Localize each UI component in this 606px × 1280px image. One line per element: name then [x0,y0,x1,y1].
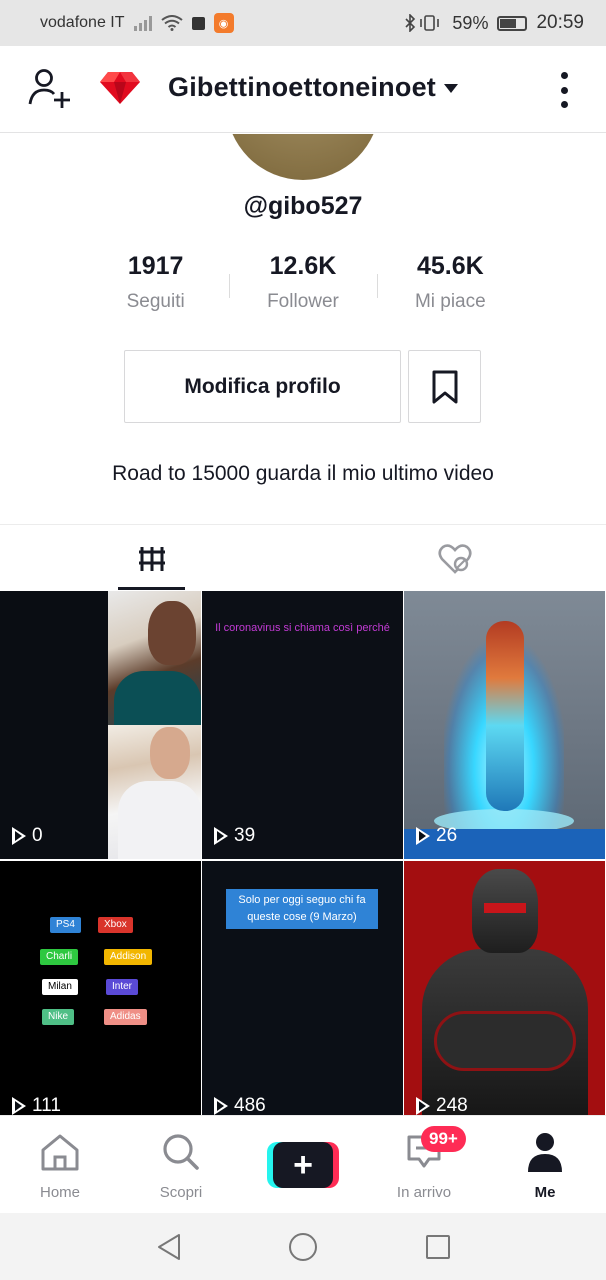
avatar[interactable] [226,134,380,180]
favorites-button[interactable] [408,350,481,423]
profile-handle: @gibo527 [243,192,363,220]
view-count-value: 0 [32,825,43,846]
tag-label: Charli [40,949,79,965]
plus-icon: + [273,1142,333,1188]
thumbnail-art [434,1011,576,1071]
stat-label: Seguiti [126,291,185,312]
play-icon [416,827,430,845]
view-count: 26 [416,825,457,847]
play-icon [214,827,228,845]
stat-value: 1917 [127,252,184,280]
account-switcher[interactable]: Gibettinoettoneinoet [168,72,436,103]
tag-label: Addison [104,949,153,965]
play-icon [12,1097,26,1115]
tag-label: Milan [42,979,78,995]
stat-value: 45.6K [416,252,484,280]
carrier-label: vodafone IT [40,14,125,31]
edit-profile-button[interactable]: Modifica profilo [124,350,401,423]
back-icon[interactable] [156,1233,182,1261]
stat-label: Mi piace [414,291,486,312]
notification-icon [191,16,205,30]
video-thumbnail[interactable]: 26 [404,591,605,859]
home-button-icon[interactable] [289,1233,317,1261]
avatar-container [0,134,606,180]
thumbnail-art [114,671,201,725]
tag-label: Inter [106,979,139,995]
create-video-button[interactable]: + [267,1142,339,1188]
profile-tabs [0,524,606,591]
view-count-value: 248 [436,1095,468,1115]
battery-icon [497,15,528,31]
liked-hidden-icon [437,543,472,574]
grid-icon [138,546,165,571]
tag-label: Adidas [104,1009,147,1025]
system-navigation-bar [0,1213,606,1280]
tab-liked[interactable] [303,525,606,592]
play-icon [416,1097,430,1115]
ruby-gem-icon [100,72,140,104]
profile-stats: 1917 Seguiti 12.6K Follower 45.6K Mi pia… [82,252,524,322]
nav-label: Home [39,1184,80,1201]
view-count: 486 [214,1095,266,1115]
thumbnail-art [148,601,196,665]
game-character [486,621,524,811]
stat-following[interactable]: 1917 Seguiti [82,252,229,322]
bluetooth-vibrate-icon [405,14,440,32]
view-count: 0 [12,825,43,847]
add-friend-icon[interactable] [28,68,72,108]
bookmark-icon [432,370,457,403]
inbox-badge: 99+ [421,1126,466,1152]
nav-label: Scopri [159,1184,203,1201]
home-icon [41,1134,79,1171]
profile-bio: Road to 15000 guarda il mio ultimo video [112,462,494,485]
video-thumbnail[interactable]: 248 [404,861,605,1115]
recent-apps-icon[interactable] [426,1235,450,1259]
video-thumbnail[interactable]: Solo per oggi seguo chi fa queste cose (… [202,861,403,1115]
video-caption: Solo per oggi seguo chi fa queste cose (… [226,889,378,929]
view-count-value: 111 [32,1095,61,1115]
nav-discover[interactable]: Scopri [131,1132,231,1201]
video-grid: 0 Il coronavirus si chiama così perché 3… [0,591,606,1115]
view-count-value: 486 [234,1095,266,1115]
nav-label: Me [534,1184,556,1201]
view-count-value: 26 [436,825,458,846]
play-icon [214,1097,228,1115]
tag-label: Xbox [98,917,133,933]
video-thumbnail[interactable]: 0 [0,591,201,859]
play-icon [12,827,26,845]
chevron-down-icon[interactable] [444,84,458,93]
view-count: 248 [416,1095,468,1115]
stat-followers[interactable]: 12.6K Follower [229,252,376,322]
tab-videos[interactable] [0,525,303,592]
battery-percent: 59% [452,12,489,33]
bottom-navigation: Home Scopri + In arrivo 99+ Me [0,1115,606,1213]
nav-home[interactable]: Home [10,1132,110,1201]
thumbnail-art [150,727,190,779]
view-count: 111 [12,1095,61,1115]
thumbnail-art [118,781,201,859]
signal-icon [133,15,152,31]
profile-header: Gibettinoettoneinoet [0,46,606,133]
video-thumbnail[interactable]: Il coronavirus si chiama così perché 39 [202,591,403,859]
profile-icon [528,1133,562,1172]
video-caption: Il coronavirus si chiama così perché [215,622,390,634]
more-options-icon[interactable] [556,72,572,108]
view-count-value: 39 [234,825,256,846]
stat-label: Follower [267,291,339,312]
clock: 20:59 [536,12,584,33]
status-bar: vodafone IT ◉ 59% 20:59 [0,0,606,46]
view-count: 39 [214,825,255,847]
nav-me[interactable]: Me [495,1132,595,1201]
video-thumbnail[interactable]: PS4 Xbox Charli Addison Milan Inter Nike… [0,861,201,1115]
nav-label: In arrivo [396,1184,452,1201]
tag-label: Nike [42,1009,75,1025]
stat-value: 12.6K [269,252,337,280]
active-tab-indicator [118,587,185,590]
thumbnail-art [484,903,526,913]
wifi-icon [160,15,183,31]
stat-likes[interactable]: 45.6K Mi piace [376,252,524,322]
search-icon [163,1134,199,1170]
tag-label: PS4 [50,917,81,933]
app-notification-icon: ◉ [213,13,234,33]
